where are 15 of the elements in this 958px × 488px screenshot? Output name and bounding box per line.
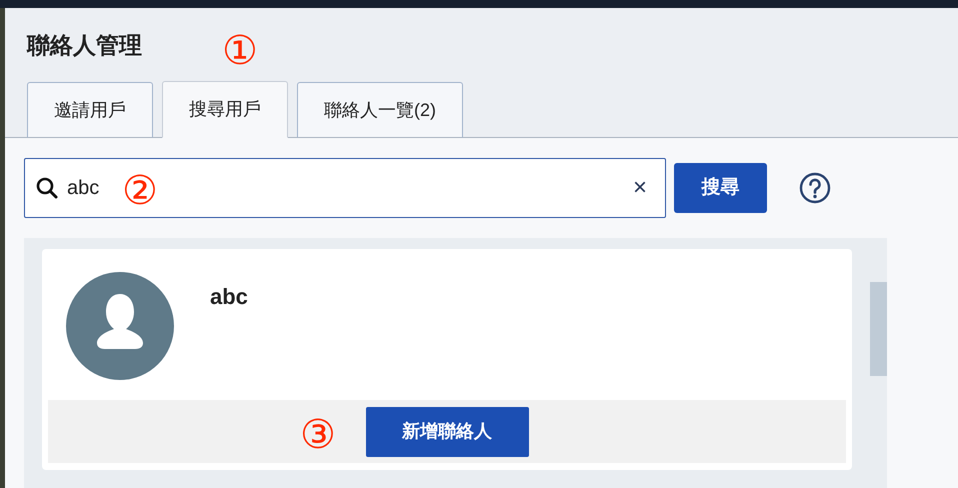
search-button[interactable]: 搜尋 (674, 163, 767, 213)
tab[interactable]: 邀請用戶 (27, 82, 153, 138)
search-icon (35, 176, 59, 200)
clear-button[interactable]: × (628, 176, 651, 200)
tab[interactable]: 聯絡人一覽(2) (297, 82, 463, 138)
tab[interactable]: 搜尋用戶 (162, 81, 288, 138)
avatar-icon (66, 272, 174, 380)
add-contact-button[interactable]: 新增聯絡人 (366, 406, 528, 456)
callout-number: ② (122, 171, 158, 211)
scrollbar-thumb[interactable] (870, 282, 887, 376)
panel-title: 聯絡人管理 (27, 32, 142, 60)
contact-name: abc (210, 283, 248, 311)
callout-number: ① (222, 31, 258, 71)
callout-number: ③ (300, 415, 336, 455)
help-icon[interactable] (799, 172, 831, 204)
